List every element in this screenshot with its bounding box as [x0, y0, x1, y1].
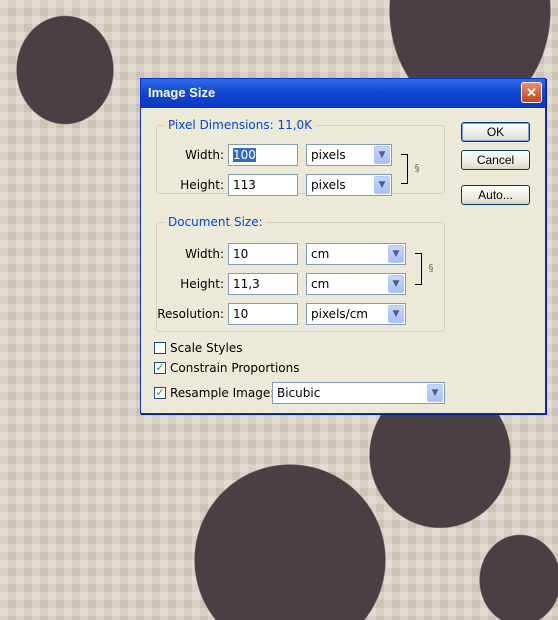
check-icon: ✓ — [155, 361, 165, 374]
doc-width-unit-select[interactable]: cm ▼ — [306, 243, 406, 265]
pixel-width-label: Width: — [185, 148, 224, 162]
pixel-width-unit: pixels — [311, 148, 346, 162]
close-icon: ✕ — [526, 85, 537, 100]
doc-height-input[interactable]: 11,3 — [228, 273, 298, 295]
doc-width-input[interactable]: 10 — [228, 243, 298, 265]
document-size-legend: Document Size: — [165, 215, 266, 229]
doc-height-value: 11,3 — [233, 277, 260, 291]
constrain-proportions-label[interactable]: Constrain Proportions — [170, 361, 300, 375]
doc-width-unit: cm — [311, 247, 330, 261]
pixel-width-input[interactable]: 100 — [228, 144, 298, 166]
resolution-value: 10 — [233, 307, 249, 321]
chevron-down-icon: ▼ — [388, 245, 404, 263]
document-size-group: Document Size: Width: 10 cm ▼ Height: 11… — [156, 215, 445, 332]
title-bar[interactable]: Image Size ✕ — [141, 79, 545, 108]
resample-method-value: Bicubic — [277, 386, 321, 400]
pixel-height-unit: pixels — [311, 178, 346, 192]
doc-link-bracket — [415, 253, 422, 285]
resolution-unit-select[interactable]: pixels/cm ▼ — [306, 303, 406, 325]
chevron-down-icon: ▼ — [374, 176, 390, 194]
scale-styles-checkbox[interactable] — [154, 342, 166, 354]
pixel-height-input[interactable]: 113 — [228, 174, 298, 196]
check-icon: ✓ — [155, 386, 165, 399]
pixel-height-unit-select[interactable]: pixels ▼ — [306, 174, 392, 196]
doc-height-unit-select[interactable]: cm ▼ — [306, 273, 406, 295]
doc-height-unit: cm — [311, 277, 330, 291]
ok-button[interactable]: OK — [461, 122, 530, 142]
pixel-dimensions-legend: Pixel Dimensions: 11,0K — [165, 118, 316, 132]
chevron-down-icon: ▼ — [388, 305, 404, 323]
resample-image-label[interactable]: Resample Image: — [170, 386, 274, 400]
pixel-height-label: Height: — [180, 178, 224, 192]
chevron-down-icon: ▼ — [388, 275, 404, 293]
chain-link-icon: § — [414, 163, 420, 174]
resolution-unit: pixels/cm — [311, 307, 368, 321]
pixel-width-unit-select[interactable]: pixels ▼ — [306, 144, 392, 166]
chevron-down-icon: ▼ — [374, 146, 390, 164]
dialog-title: Image Size — [148, 85, 216, 100]
auto-button[interactable]: Auto... — [461, 185, 530, 205]
image-size-dialog: Image Size ✕ Pixel Dimensions: 11,0K Wid… — [140, 78, 546, 414]
scale-styles-label[interactable]: Scale Styles — [170, 341, 243, 355]
chevron-down-icon: ▼ — [427, 384, 443, 402]
doc-width-value: 10 — [233, 247, 249, 261]
resolution-input[interactable]: 10 — [228, 303, 298, 325]
resample-method-select[interactable]: Bicubic ▼ — [272, 382, 445, 404]
pixel-dimensions-group: Pixel Dimensions: 11,0K Width: 100 pixel… — [156, 118, 445, 196]
resolution-label: Resolution: — [157, 307, 224, 321]
constrain-proportions-checkbox[interactable]: ✓ — [154, 362, 166, 374]
doc-width-label: Width: — [185, 247, 224, 261]
pixel-width-value: 100 — [233, 148, 256, 162]
pixel-height-value: 113 — [233, 178, 256, 192]
close-button[interactable]: ✕ — [521, 82, 542, 103]
doc-height-label: Height: — [180, 277, 224, 291]
resample-image-checkbox[interactable]: ✓ — [154, 387, 166, 399]
pixel-link-bracket — [401, 154, 408, 184]
cancel-button[interactable]: Cancel — [461, 150, 530, 170]
chain-link-icon: § — [428, 263, 434, 274]
